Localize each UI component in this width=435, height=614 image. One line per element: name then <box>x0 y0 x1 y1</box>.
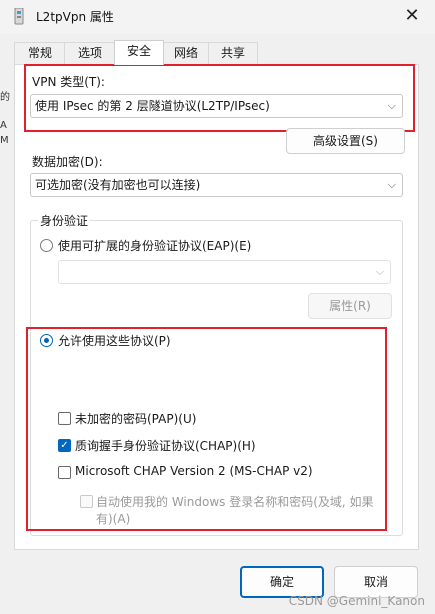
background-fragment: 的 <box>0 92 10 103</box>
allow-protocols-label: 允许使用这些协议(P) <box>58 334 171 348</box>
eap-properties-button[interactable]: 属性(R) <box>308 293 392 319</box>
tab-networking[interactable]: 网络 <box>162 42 210 65</box>
close-icon[interactable]: ✕ <box>400 4 424 28</box>
window-title: L2tpVpn 属性 <box>36 10 114 24</box>
mschapv2-label: Microsoft CHAP Version 2 (MS-CHAP v2) <box>75 464 313 478</box>
background-fragment: A <box>0 120 7 131</box>
tab-security[interactable]: 安全 <box>114 40 164 65</box>
auto-windows-credentials-label-line2: 有)(A) <box>96 512 131 526</box>
auto-windows-credentials-label-line1: 自动使用我的 Windows 登录名称和密码(及域, 如果 <box>96 495 374 509</box>
advanced-settings-button[interactable]: 高级设置(S) <box>286 128 405 154</box>
chevron-down-icon: ⌵ <box>375 265 384 278</box>
allow-protocols-radio[interactable] <box>40 334 53 347</box>
authentication-group-label: 身份验证 <box>38 212 91 229</box>
auto-windows-credentials-checkbox[interactable] <box>80 495 93 508</box>
data-encryption-value: 可选加密(没有加密也可以连接) <box>35 178 201 192</box>
data-encryption-dropdown[interactable]: 可选加密(没有加密也可以连接) ⌵ <box>30 173 403 197</box>
vpn-type-dropdown[interactable]: 使用 IPsec 的第 2 层隧道协议(L2TP/IPsec) ⌵ <box>30 94 403 118</box>
network-connection-icon <box>14 8 24 25</box>
background-fragment: M <box>0 135 9 146</box>
eap-radio[interactable] <box>40 239 53 252</box>
watermark: CSDN @Gemini_Kanon <box>288 594 425 608</box>
pap-checkbox[interactable] <box>58 412 71 425</box>
tab-general[interactable]: 常规 <box>14 42 66 65</box>
chevron-down-icon: ⌵ <box>387 99 396 112</box>
chap-label: 质询握手身份验证协议(CHAP)(H) <box>75 439 256 453</box>
vpn-type-value: 使用 IPsec 的第 2 层隧道协议(L2TP/IPsec) <box>35 99 270 113</box>
pap-label: 未加密的密码(PAP)(U) <box>75 412 197 426</box>
eap-radio-label: 使用可扩展的身份验证协议(EAP)(E) <box>58 239 252 253</box>
eap-method-dropdown[interactable]: ⌵ <box>58 260 391 284</box>
tab-options[interactable]: 选项 <box>64 42 116 65</box>
chap-checkbox[interactable]: ✓ <box>58 439 71 452</box>
data-encryption-label: 数据加密(D): <box>32 155 103 169</box>
mschapv2-checkbox[interactable] <box>58 466 71 479</box>
vpn-type-label: VPN 类型(T): <box>32 75 105 89</box>
chevron-down-icon: ⌵ <box>387 178 396 191</box>
tab-sharing[interactable]: 共享 <box>208 42 258 65</box>
